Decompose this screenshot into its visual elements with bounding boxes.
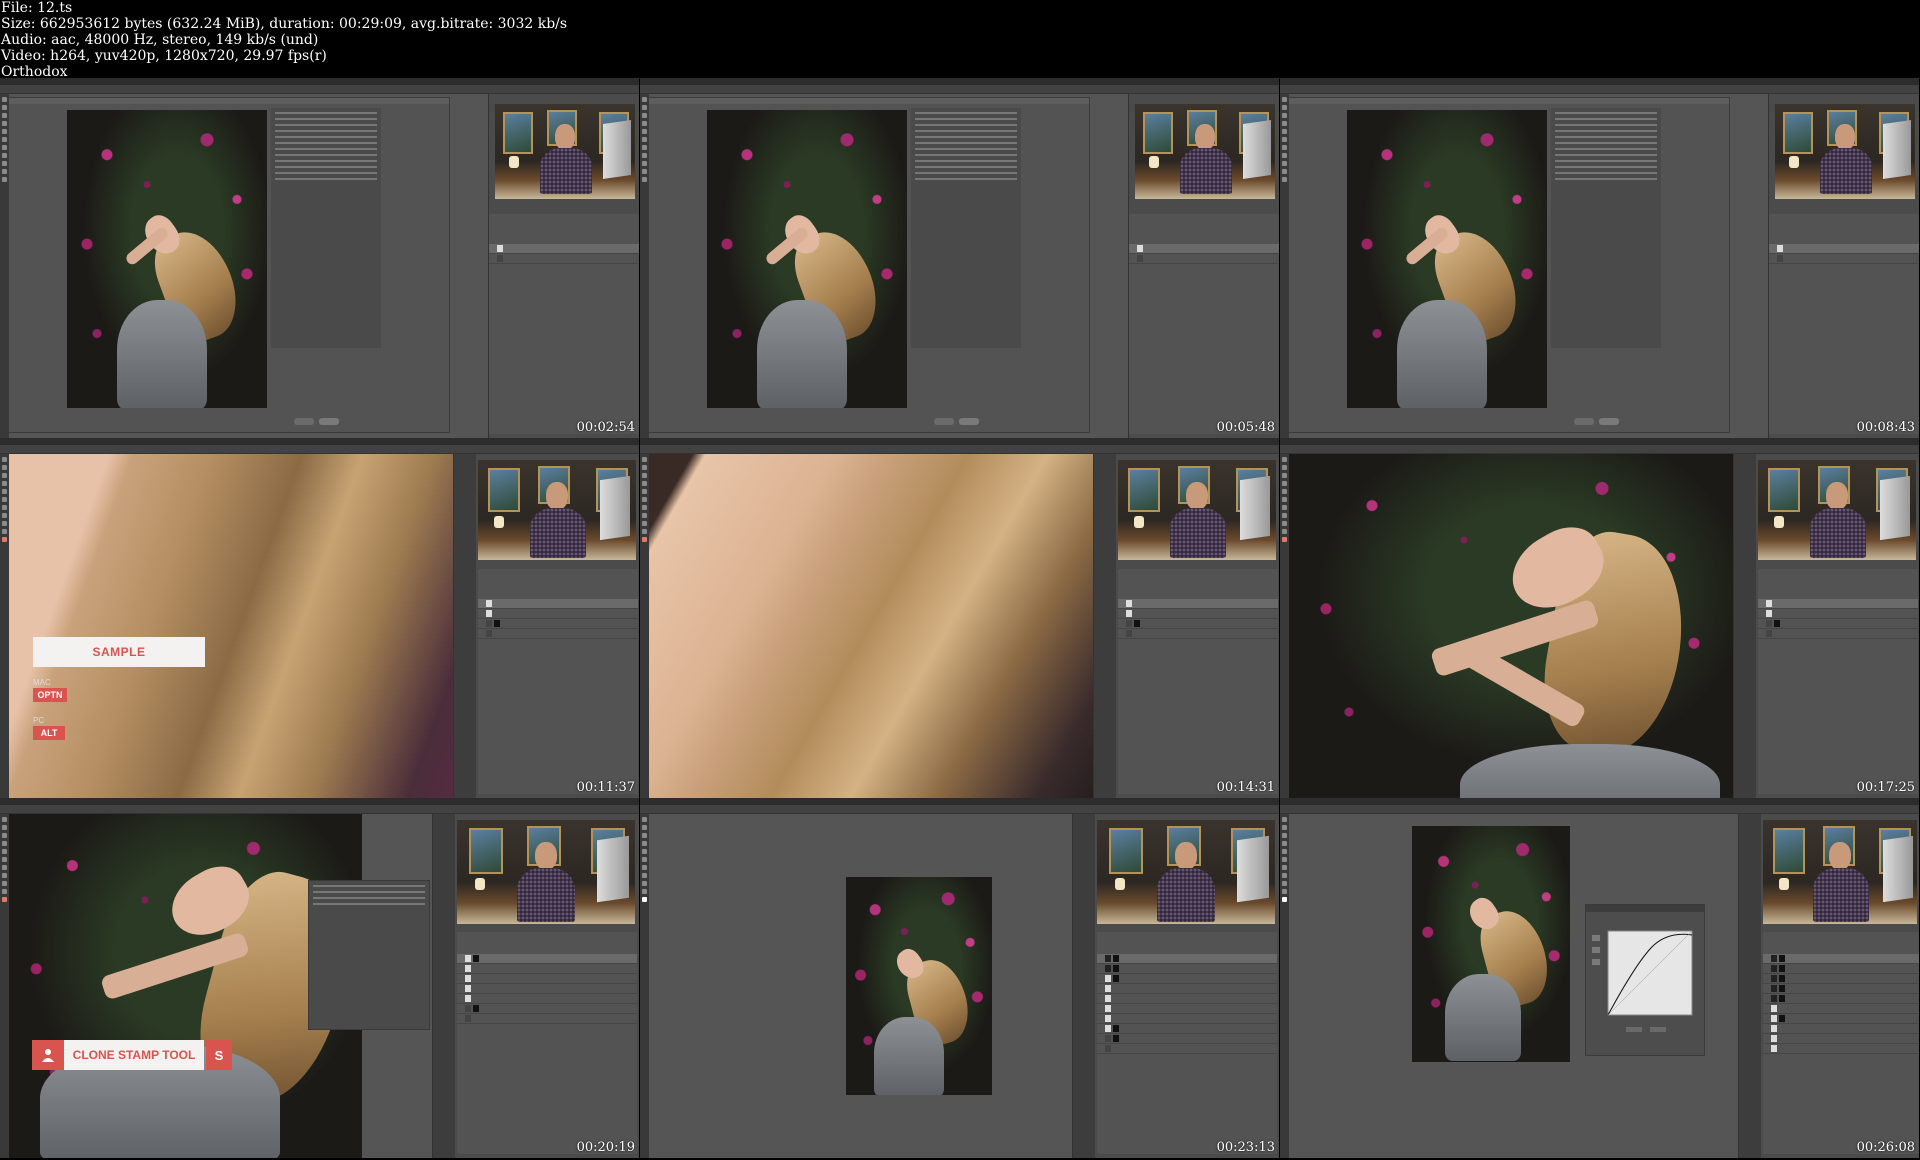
layers-panel bbox=[1097, 932, 1277, 1154]
canvas-photo bbox=[1412, 826, 1570, 1062]
thumbnail-4[interactable]: SAMPLE MAC OPTN PC ALT 00:11:37 bbox=[0, 438, 639, 798]
curves-graph bbox=[1586, 905, 1704, 1032]
right-panels bbox=[1072, 814, 1279, 1158]
options-bar bbox=[0, 805, 639, 814]
instructor-webcam bbox=[1118, 460, 1276, 560]
instructor-webcam bbox=[495, 104, 635, 199]
menu-bar bbox=[1280, 798, 1919, 805]
timestamp: 00:14:31 bbox=[1216, 780, 1275, 795]
menu-bar bbox=[1280, 78, 1919, 85]
layers-panel bbox=[1769, 214, 1919, 434]
thumbnail-6[interactable]: 00:17:25 bbox=[1280, 438, 1919, 798]
instructor-webcam bbox=[1758, 460, 1916, 560]
menu-bar bbox=[640, 78, 1279, 85]
zoomed-ear-canvas bbox=[640, 454, 1100, 798]
instructor-webcam bbox=[1775, 104, 1915, 199]
right-panels bbox=[488, 94, 639, 438]
right-panels bbox=[1738, 814, 1919, 1158]
options-bar bbox=[0, 445, 639, 454]
layers-panel bbox=[457, 932, 637, 1154]
file-name: File: 12.ts bbox=[1, 0, 73, 16]
shortcut-key-badge: S bbox=[206, 1040, 232, 1070]
canvas-photo bbox=[846, 877, 992, 1095]
thumbnail-2[interactable]: 00:05:48 bbox=[640, 78, 1279, 438]
timestamp: 00:08:43 bbox=[1856, 420, 1915, 435]
tools-panel bbox=[0, 454, 9, 798]
options-bar bbox=[640, 445, 1279, 454]
file-size-info: Size: 662953612 bytes (632.24 MiB), dura… bbox=[1, 16, 568, 32]
tools-panel bbox=[640, 814, 649, 1158]
options-bar bbox=[640, 85, 1279, 94]
canvas-photo bbox=[1280, 454, 1740, 798]
thumbnail-9[interactable]: 00:26:08 bbox=[1280, 798, 1919, 1158]
options-bar bbox=[640, 805, 1279, 814]
liquify-dialog bbox=[648, 97, 1090, 433]
options-bar bbox=[0, 85, 639, 94]
zoomed-hair-canvas bbox=[0, 454, 480, 798]
instructor-webcam bbox=[1763, 820, 1917, 924]
tools-panel bbox=[1280, 814, 1289, 1158]
right-panels bbox=[1733, 454, 1919, 798]
timestamp: 00:05:48 bbox=[1216, 420, 1275, 435]
right-panels bbox=[1768, 94, 1919, 438]
options-bar bbox=[1280, 805, 1919, 814]
mac-label: MAC bbox=[33, 678, 51, 687]
timestamp: 00:02:54 bbox=[576, 420, 635, 435]
right-panels bbox=[1093, 454, 1279, 798]
pc-label: PC bbox=[33, 716, 45, 725]
properties-panel bbox=[308, 880, 430, 1030]
layers-panel bbox=[1129, 214, 1279, 434]
thumbnail-grid: 00:02:54 00:05:48 00:08:43 SAMPLE MAC OP… bbox=[0, 78, 1920, 1160]
file-info-header: File: 12.ts Size: 662953612 bytes (632.2… bbox=[0, 0, 1920, 80]
layers-panel bbox=[489, 214, 639, 434]
timestamp: 00:11:37 bbox=[576, 780, 635, 795]
menu-bar bbox=[0, 78, 639, 85]
liquify-dialog bbox=[8, 97, 450, 433]
thumbnail-3[interactable]: 00:08:43 bbox=[1280, 78, 1919, 438]
timestamp: 00:23:13 bbox=[1216, 1140, 1275, 1155]
optn-key-badge: OPTN bbox=[33, 688, 67, 702]
timestamp: 00:20:19 bbox=[576, 1140, 635, 1155]
curves-properties-panel bbox=[1585, 904, 1705, 1056]
menu-bar bbox=[640, 798, 1279, 805]
liquify-dialog bbox=[1288, 97, 1730, 433]
menu-bar bbox=[0, 798, 639, 805]
layers-panel bbox=[478, 569, 638, 794]
instructor-webcam bbox=[1097, 820, 1275, 924]
clone-stamp-overlay: CLONE STAMP TOOL S bbox=[32, 1040, 232, 1070]
canvas-photo bbox=[1347, 110, 1547, 408]
right-panels bbox=[453, 454, 639, 798]
layers-panel bbox=[1118, 569, 1278, 794]
right-panels bbox=[432, 814, 639, 1158]
video-info: Video: h264, yuv420p, 1280x720, 29.97 fp… bbox=[1, 48, 327, 64]
alt-key-badge: ALT bbox=[33, 726, 65, 740]
thumbnail-7[interactable]: CLONE STAMP TOOL S 00:20:19 bbox=[0, 798, 639, 1158]
person-icon bbox=[32, 1040, 64, 1070]
layers-panel bbox=[1763, 932, 1919, 1154]
instructor-webcam bbox=[457, 820, 635, 924]
canvas-photo bbox=[707, 110, 907, 408]
thumbnail-8[interactable]: 00:23:13 bbox=[640, 798, 1279, 1158]
timestamp: 00:17:25 bbox=[1856, 780, 1915, 795]
menu-bar bbox=[1280, 438, 1919, 445]
sample-overlay: SAMPLE bbox=[33, 637, 205, 667]
audio-info: Audio: aac, 48000 Hz, stereo, 149 kb/s (… bbox=[1, 32, 319, 48]
timestamp: 00:26:08 bbox=[1856, 1140, 1915, 1155]
tools-panel bbox=[640, 454, 649, 798]
clone-stamp-label: CLONE STAMP TOOL bbox=[64, 1040, 204, 1070]
right-panels bbox=[1128, 94, 1279, 438]
canvas-photo bbox=[67, 110, 267, 408]
options-bar bbox=[1280, 85, 1919, 94]
tools-panel bbox=[1280, 454, 1289, 798]
options-bar bbox=[1280, 445, 1919, 454]
menu-bar bbox=[0, 438, 639, 445]
instructor-webcam bbox=[1135, 104, 1275, 199]
thumbnail-1[interactable]: 00:02:54 bbox=[0, 78, 639, 438]
thumbnail-5[interactable]: 00:14:31 bbox=[640, 438, 1279, 798]
tools-panel bbox=[0, 814, 9, 1158]
menu-bar bbox=[640, 438, 1279, 445]
layers-panel bbox=[1758, 569, 1918, 794]
instructor-webcam bbox=[478, 460, 636, 560]
